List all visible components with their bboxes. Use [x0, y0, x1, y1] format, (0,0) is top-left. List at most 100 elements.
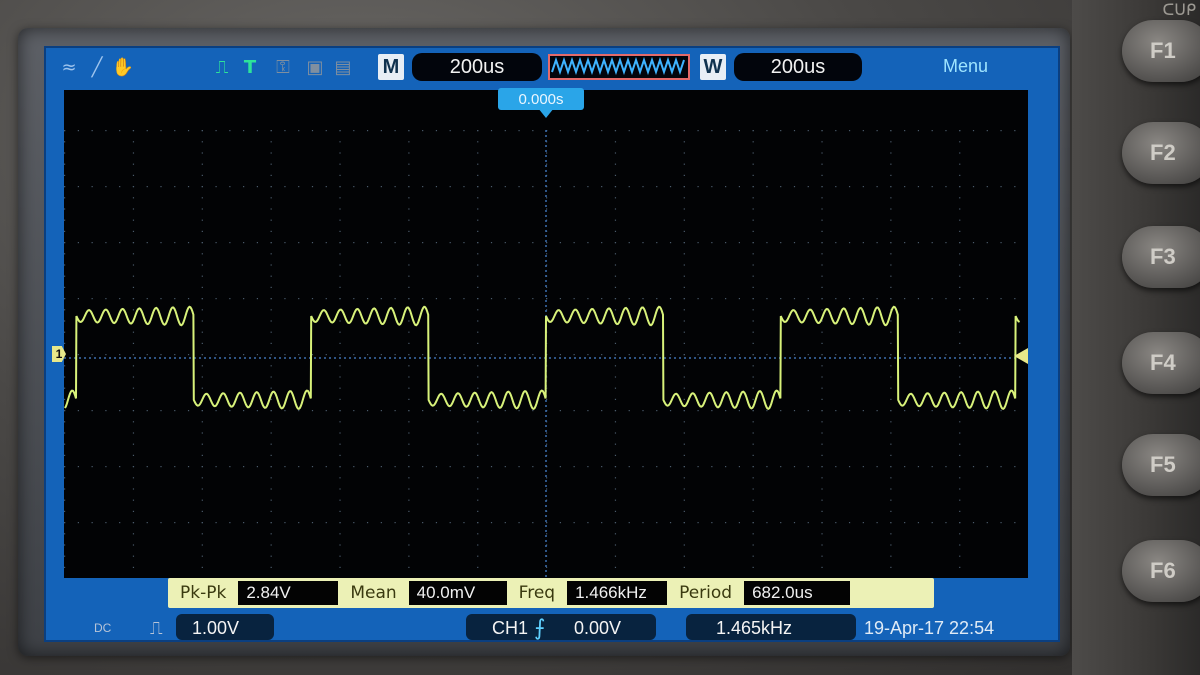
grid-dot [91, 298, 93, 300]
grid-dot [132, 365, 135, 367]
trigger-source[interactable]: CH1 [492, 614, 528, 640]
grid-dot [243, 242, 245, 244]
grid-dot [408, 533, 410, 535]
grid-dot [64, 163, 66, 165]
grid-dot [160, 186, 162, 188]
grid-dot [848, 522, 851, 524]
timebase-value[interactable]: 200us [412, 53, 542, 81]
grid-dot [848, 410, 851, 412]
grid-dot [518, 242, 520, 244]
grid-dot [215, 242, 217, 244]
grid-dot [284, 298, 286, 300]
grid-dot [477, 197, 479, 199]
grid-dot [628, 354, 630, 356]
softkey-f2[interactable]: F2 [1122, 122, 1200, 184]
freq-label: Freq [518, 583, 556, 603]
grid-dot [339, 544, 341, 546]
grid-dot [394, 130, 396, 132]
grid-dot [215, 466, 217, 468]
grid-dot [91, 410, 93, 412]
grid-dot [477, 432, 479, 434]
grid-dot [270, 533, 272, 535]
grid-dot [380, 130, 382, 132]
grid-dot [697, 522, 699, 524]
grid-dot [394, 242, 396, 244]
grid-dot [945, 242, 947, 244]
grid-dot [725, 466, 727, 468]
softkey-f3[interactable]: F3 [1122, 226, 1200, 288]
grid-dot [408, 275, 410, 277]
grid-dot [876, 522, 878, 524]
grid-dot [890, 219, 892, 221]
grid-dot [614, 264, 617, 266]
grid-dot [408, 387, 410, 389]
grid-dot [559, 466, 561, 468]
grid-dot [683, 432, 685, 434]
grid-dot [449, 410, 451, 412]
mean-value: 40.0mV [408, 581, 507, 605]
grid-dot [215, 298, 217, 300]
grid-dot [890, 130, 892, 132]
grid-dot [132, 499, 135, 501]
grid-dot [1000, 466, 1002, 468]
grid-dot [614, 544, 617, 546]
grid-dot [959, 320, 961, 322]
grid-dot [270, 522, 272, 524]
softkey-f6[interactable]: F6 [1122, 540, 1200, 602]
grid-dot [477, 309, 479, 311]
grid-dot [477, 130, 479, 132]
grid-dot [835, 186, 837, 188]
grid-dot [917, 522, 920, 524]
grid-dot [532, 298, 534, 300]
waveform-plot[interactable]: 1 [52, 90, 1030, 580]
grid-dot [532, 466, 534, 468]
grid-dot [325, 354, 327, 356]
grid-dot [477, 477, 479, 479]
grid-dot [890, 253, 892, 255]
grid-dot [876, 130, 878, 132]
grid-dot [160, 410, 162, 412]
grid-dot [160, 242, 162, 244]
grid-dot [931, 466, 933, 468]
period-label: Period [679, 583, 733, 603]
grid-dot [64, 130, 66, 132]
grid-dot [683, 488, 685, 490]
freq-value: 1.466kHz [567, 581, 668, 605]
grid-dot [890, 376, 892, 378]
grid-dot [766, 130, 768, 132]
trigger-level[interactable]: 0.00V [574, 614, 621, 640]
grid-dot [642, 242, 644, 244]
grid-dot [77, 522, 79, 524]
channel-scale[interactable]: 1.00V [192, 614, 239, 640]
grid-dot [959, 510, 961, 512]
trigger-position-tag[interactable]: 0.000s [498, 88, 584, 110]
window-value[interactable]: 200us [734, 53, 862, 81]
grid-dot [959, 152, 961, 154]
grid-dot [587, 298, 589, 300]
grid-dot [408, 354, 410, 356]
grid-dot [518, 130, 520, 132]
grid-dot [298, 522, 300, 524]
grid-dot [601, 522, 603, 524]
grid-dot [298, 130, 300, 132]
grid-dot [64, 152, 66, 154]
grid-dot [697, 186, 699, 188]
softkey-f1[interactable]: F1 [1122, 20, 1200, 82]
grid-dot [132, 186, 135, 188]
grid-dot [435, 242, 438, 244]
grid-dot [339, 488, 341, 490]
grid-dot [146, 130, 148, 132]
grid-dot [380, 186, 382, 188]
softkey-f4[interactable]: F4 [1122, 332, 1200, 394]
grid-dot [201, 186, 203, 188]
softkey-f5[interactable]: F5 [1122, 434, 1200, 496]
grid-dot [1014, 298, 1016, 300]
menu-button[interactable]: Menu [943, 56, 988, 77]
grid-dot [890, 186, 892, 188]
grid-dot [64, 544, 66, 546]
grid-dot [656, 242, 658, 244]
grid-dot [546, 533, 548, 535]
grid-dot [229, 466, 231, 468]
grid-dot [683, 298, 685, 300]
grid-dot [270, 174, 272, 176]
